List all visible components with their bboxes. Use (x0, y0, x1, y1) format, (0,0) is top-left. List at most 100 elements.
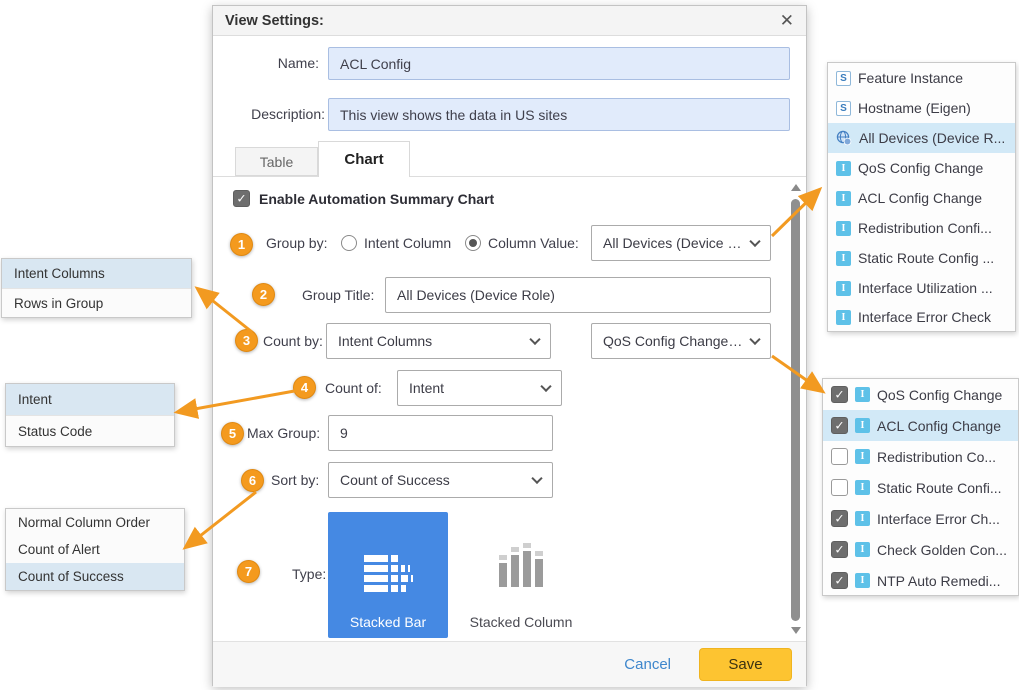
tab-table[interactable]: Table (235, 147, 318, 176)
option-label: Interface Error Ch... (877, 511, 1000, 527)
dialog-titlebar: View Settings: ✕ (213, 6, 806, 36)
close-icon[interactable]: ✕ (780, 12, 794, 29)
list-item[interactable]: I ACL Config Change (828, 183, 1015, 213)
list-item[interactable]: I Check Golden Con... (823, 534, 1018, 565)
list-item[interactable]: I Interface Error Check (828, 303, 1015, 331)
scroll-down-icon[interactable] (791, 627, 801, 634)
max-group-input[interactable]: 9 (328, 415, 553, 451)
count-of-select[interactable]: Intent (397, 370, 562, 406)
cancel-button[interactable]: Cancel (624, 656, 671, 673)
list-item[interactable]: Count of Success (6, 563, 184, 590)
group-title-input[interactable]: All Devices (Device Role) (385, 277, 771, 313)
option-label: All Devices (Device R... (859, 130, 1005, 146)
i-badge-icon: I (836, 281, 851, 296)
option-label: QoS Config Change (877, 387, 1002, 403)
i-badge-icon: I (855, 511, 870, 526)
list-item[interactable]: S Feature Instance (828, 63, 1015, 93)
step-badge-1: 1 (230, 233, 253, 256)
checkbox-checked[interactable] (831, 417, 848, 434)
enable-chart-checkbox[interactable] (233, 190, 250, 207)
i-badge-icon: I (836, 191, 851, 206)
i-badge-icon: I (855, 418, 870, 433)
checkbox-checked[interactable] (831, 510, 848, 527)
list-item[interactable]: I Interface Error Ch... (823, 503, 1018, 534)
group-title-value: All Devices (Device Role) (397, 287, 555, 303)
i-badge-icon: I (855, 449, 870, 464)
enable-chart-row: Enable Automation Summary Chart (233, 190, 494, 207)
list-item[interactable]: Normal Column Order (6, 509, 184, 536)
step-badge-6: 6 (241, 469, 264, 492)
save-button[interactable]: Save (699, 648, 792, 681)
scrollbar-thumb[interactable] (791, 199, 800, 621)
list-item[interactable]: Rows in Group (2, 288, 191, 317)
column-value-radio-label[interactable]: Column Value: (488, 225, 579, 261)
intent-column-radio-label[interactable]: Intent Column (364, 225, 451, 261)
max-group-label: Max Group: (247, 415, 320, 451)
name-input[interactable]: ACL Config (328, 47, 790, 80)
step-badge-3: 3 (235, 329, 258, 352)
list-item[interactable]: Intent (6, 384, 174, 415)
count-by-columns-value: QoS Config Change,AC... (603, 333, 744, 349)
s-badge-icon: S (836, 101, 851, 116)
type-label: Type: (292, 556, 326, 592)
view-settings-dialog: View Settings: ✕ Name: ACL Config Descri… (212, 5, 807, 686)
list-item[interactable]: Count of Alert (6, 536, 184, 563)
list-item[interactable]: I ACL Config Change (823, 410, 1018, 441)
i-badge-icon: I (855, 387, 870, 402)
type-option-stacked-bar[interactable]: Stacked Bar (328, 512, 448, 638)
type-option-stacked-column[interactable]: Stacked Column (456, 512, 586, 638)
sort-by-label: Sort by: (271, 462, 319, 498)
s-badge-icon: S (836, 71, 851, 86)
sort-by-options-popup: Normal Column Order Count of Alert Count… (5, 508, 185, 591)
count-by-columns-select[interactable]: QoS Config Change,AC... (591, 323, 771, 359)
option-label: Normal Column Order (18, 515, 150, 530)
list-item[interactable]: I Interface Utilization ... (828, 273, 1015, 303)
column-value-radio[interactable] (465, 235, 481, 251)
group-by-column-value: All Devices (Device R... (603, 235, 744, 251)
intent-column-radio[interactable] (341, 235, 357, 251)
i-badge-icon: I (855, 573, 870, 588)
option-label: ACL Config Change (877, 418, 1001, 434)
checkbox-checked[interactable] (831, 386, 848, 403)
group-by-column-select[interactable]: All Devices (Device R... (591, 225, 771, 261)
count-of-value: Intent (409, 380, 444, 396)
count-by-select[interactable]: Intent Columns (326, 323, 551, 359)
list-item[interactable]: I QoS Config Change (823, 379, 1018, 410)
option-label: Static Route Confi... (877, 480, 1002, 496)
count-by-label: Count by: (263, 323, 323, 359)
list-item[interactable]: I QoS Config Change (828, 153, 1015, 183)
stacked-bar-icon (362, 553, 414, 602)
list-item[interactable]: I NTP Auto Remedi... (823, 565, 1018, 596)
name-label: Name: (213, 47, 319, 80)
enable-chart-label: Enable Automation Summary Chart (259, 191, 494, 207)
step-badge-4: 4 (293, 376, 316, 399)
i-badge-icon: I (836, 161, 851, 176)
option-label: NTP Auto Remedi... (877, 573, 1000, 589)
option-label: Count of Alert (18, 542, 100, 557)
globe-icon (836, 130, 852, 146)
tab-chart[interactable]: Chart (318, 141, 410, 177)
checkbox-checked[interactable] (831, 541, 848, 558)
list-item[interactable]: I Static Route Confi... (823, 472, 1018, 503)
sort-by-select[interactable]: Count of Success (328, 462, 553, 498)
list-item[interactable]: I Static Route Config ... (828, 243, 1015, 273)
list-item[interactable]: Status Code (6, 415, 174, 446)
checkbox-unchecked[interactable] (831, 448, 848, 465)
list-item[interactable]: Intent Columns (2, 259, 191, 288)
sort-by-value: Count of Success (340, 472, 450, 488)
checkbox-unchecked[interactable] (831, 479, 848, 496)
count-by-options-popup: Intent Columns Rows in Group (1, 258, 192, 318)
list-item[interactable]: I Redistribution Co... (823, 441, 1018, 472)
option-label: Feature Instance (858, 70, 963, 86)
scroll-up-icon[interactable] (791, 184, 801, 191)
option-label: Hostname (Eigen) (858, 100, 971, 116)
checkbox-checked[interactable] (831, 572, 848, 589)
option-label: Rows in Group (14, 296, 103, 311)
list-item[interactable]: I Redistribution Confi... (828, 213, 1015, 243)
dialog-scrollbar[interactable] (789, 181, 803, 641)
chevron-down-icon (531, 473, 542, 484)
list-item[interactable]: All Devices (Device R... (828, 123, 1015, 153)
option-label: Check Golden Con... (877, 542, 1007, 558)
list-item[interactable]: S Hostname (Eigen) (828, 93, 1015, 123)
description-input[interactable]: This view shows the data in US sites (328, 98, 790, 131)
